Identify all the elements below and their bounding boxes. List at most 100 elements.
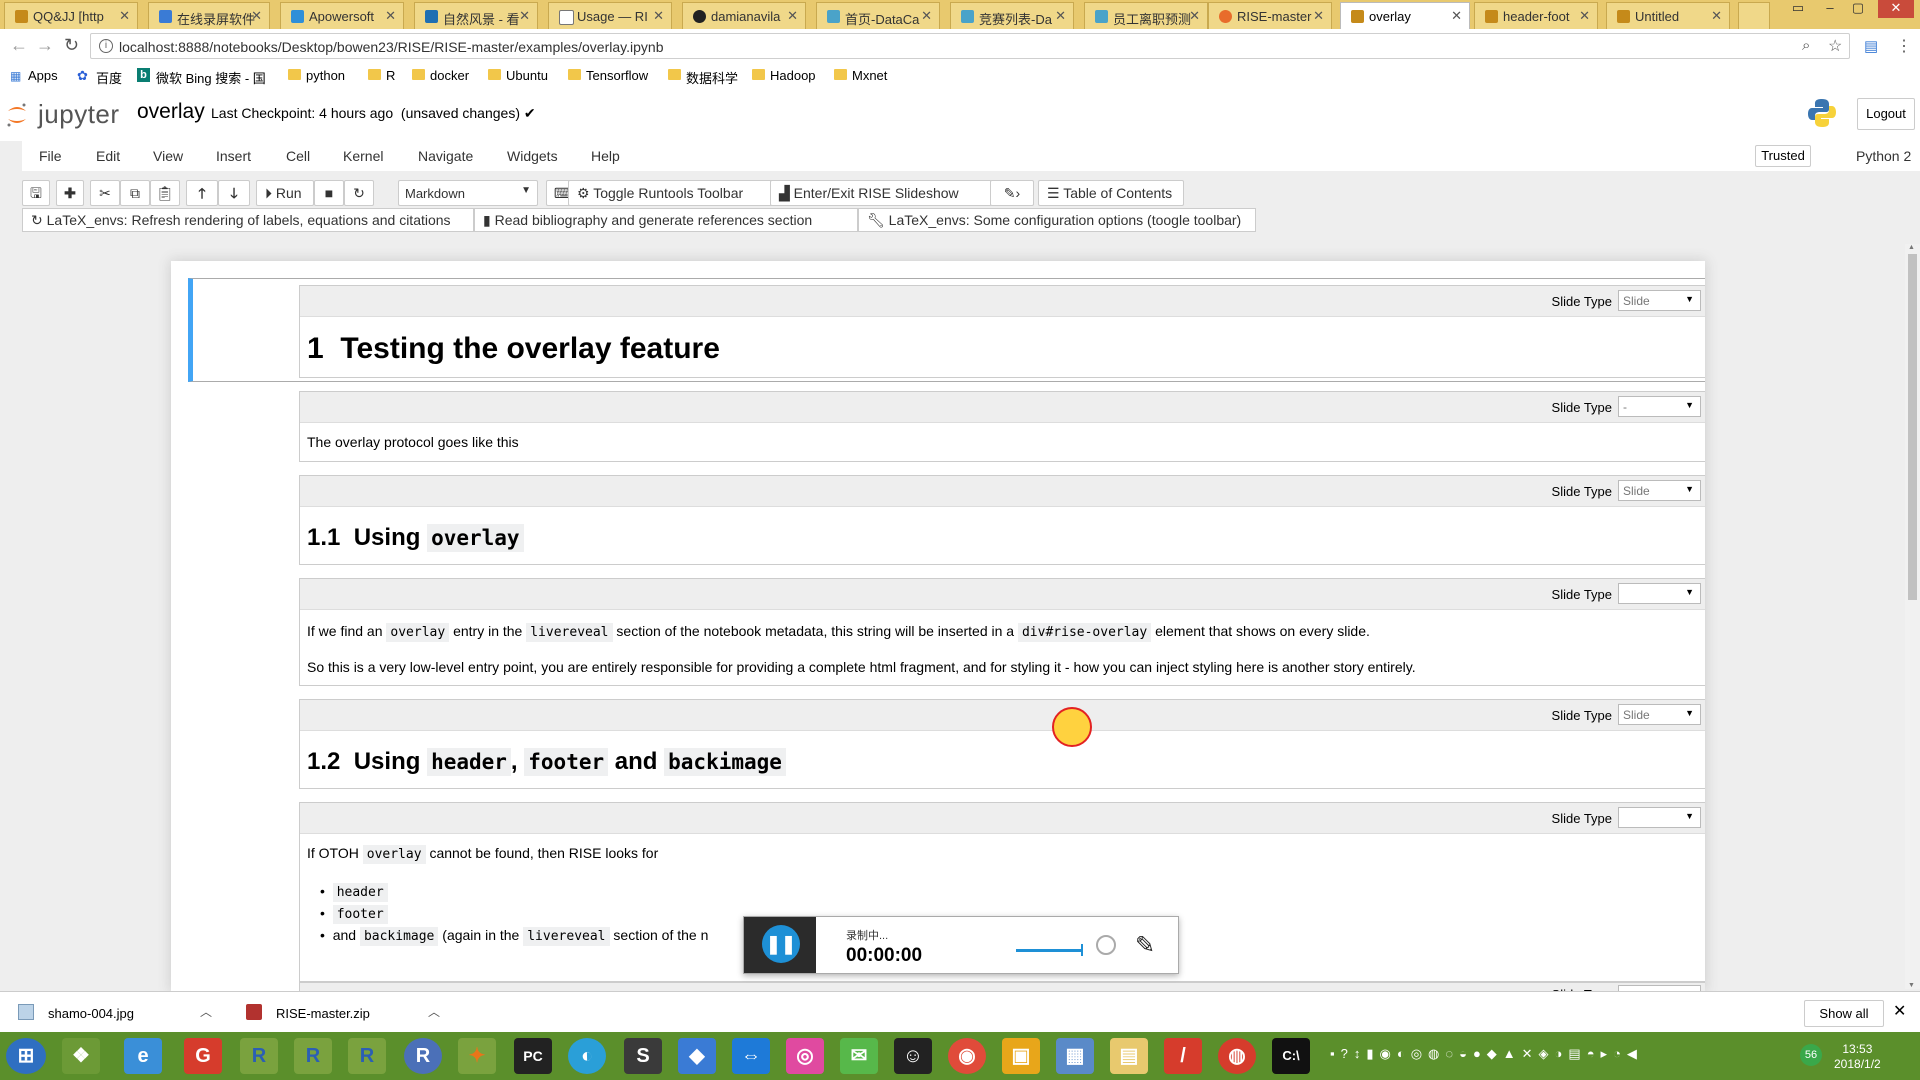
browser-tab[interactable]: Usage — RI ✕ — [548, 2, 672, 29]
cell-type-select[interactable]: Markdown ▼ — [398, 180, 538, 206]
browser-tab[interactable]: 在线录屏软件 ✕ — [148, 2, 270, 29]
file-explorer-icon[interactable]: ▤ — [1110, 1038, 1148, 1074]
menu-navigate[interactable]: Navigate — [418, 148, 473, 164]
ie-icon[interactable]: e — [124, 1038, 162, 1074]
taskbar-app-icon[interactable]: ❖ — [62, 1038, 100, 1074]
bookmark-folder-data-science[interactable]: 数据科学 — [666, 68, 738, 87]
save-button[interactable]: 🖫 — [22, 180, 50, 206]
download-item[interactable]: RISE-master.zip ︿ — [246, 992, 446, 1033]
pause-recording-button[interactable]: ❚❚ — [762, 925, 800, 963]
close-tab-icon[interactable]: ✕ — [519, 8, 530, 24]
close-tab-icon[interactable]: ✕ — [653, 8, 664, 24]
sublime-icon[interactable]: S — [624, 1038, 662, 1074]
reload-icon[interactable]: ↻ — [64, 35, 79, 56]
r-icon[interactable]: R — [348, 1038, 386, 1074]
wechat-icon[interactable]: ✉ — [840, 1038, 878, 1074]
interrupt-button[interactable]: ■ — [314, 180, 344, 206]
r-icon[interactable]: R — [240, 1038, 278, 1074]
rise-slideshow-button[interactable]: ▟ Enter/Exit RISE Slideshow — [770, 180, 992, 206]
taskbar-app-icon[interactable]: ✦ — [458, 1038, 496, 1074]
close-tab-icon[interactable]: ✕ — [1313, 8, 1324, 24]
menu-kernel[interactable]: Kernel — [343, 148, 383, 164]
rstudio-icon[interactable]: R — [404, 1038, 442, 1074]
table-of-contents-button[interactable]: ☰ Table of Contents — [1038, 180, 1184, 206]
read-bibliography-button[interactable]: ▮ Read bibliography and generate referen… — [474, 208, 858, 232]
rstudio-icon[interactable]: R — [294, 1038, 332, 1074]
taskbar-app-icon[interactable]: ◆ — [678, 1038, 716, 1074]
close-tab-icon[interactable]: ✕ — [787, 8, 798, 24]
window-close-icon[interactable]: ✕ — [1878, 0, 1914, 18]
browser-tab[interactable]: Apowersoft ✕ — [280, 2, 404, 29]
maximize-icon[interactable]: ▢ — [1846, 0, 1870, 18]
taskbar-app-icon[interactable]: ◎ — [786, 1038, 824, 1074]
browser-tab-active[interactable]: overlay ✕ — [1340, 2, 1470, 29]
extension-icon[interactable]: ▤ — [1864, 37, 1878, 55]
browser-tab[interactable]: QQ&JJ [http ✕ — [4, 2, 138, 29]
close-tab-icon[interactable]: ✕ — [1711, 8, 1722, 24]
chrome-icon[interactable]: ◉ — [948, 1038, 986, 1074]
slide-type-select[interactable]: Slide ▼ — [1618, 480, 1701, 501]
page-scrollbar[interactable]: ▲ ▼ — [1905, 244, 1920, 989]
bookmark-folder-docker[interactable]: docker — [410, 68, 469, 83]
move-up-button[interactable]: 🡑 — [186, 180, 218, 206]
close-tab-icon[interactable]: ✕ — [1055, 8, 1066, 24]
profile-icon[interactable]: ▭ — [1786, 0, 1810, 18]
browser-tab[interactable]: Untitled ✕ — [1606, 2, 1730, 29]
chevron-up-icon[interactable]: ︿ — [200, 1003, 212, 1020]
scrollbar-thumb[interactable] — [1908, 254, 1917, 600]
pycharm-icon[interactable]: PC — [514, 1038, 552, 1074]
slide-type-select[interactable]: Slide ▼ — [1618, 704, 1701, 725]
browser-tab[interactable]: 自然风景 - 看 ✕ — [414, 2, 538, 29]
download-item[interactable]: shamo-004.jpg ︿ — [18, 992, 218, 1033]
latex-toolbar-button[interactable]: ✎› — [990, 180, 1034, 206]
toggle-runtools-button[interactable]: ⚙ Toggle Runtools Toolbar — [568, 180, 786, 206]
trusted-indicator[interactable]: Trusted — [1755, 145, 1811, 167]
teamviewer-icon[interactable]: ⇔ — [732, 1038, 770, 1074]
slide-type-select[interactable]: - ▼ — [1618, 396, 1701, 417]
close-tab-icon[interactable]: ✕ — [1579, 8, 1590, 24]
markdown-cell[interactable]: Slide Type Slide ▼ 1 Testing the overlay … — [299, 285, 1705, 378]
pen-icon[interactable]: ✎ — [1135, 931, 1155, 960]
markdown-cell[interactable]: Slide Type Slide ▼ 1.1 Using overlay — [299, 475, 1705, 565]
site-info-icon[interactable]: i — [99, 39, 113, 53]
browser-tab[interactable]: 员工离职预测 ✕ — [1084, 2, 1208, 29]
slide-type-select[interactable]: ▼ — [1618, 807, 1701, 828]
system-tray-icons[interactable]: ▪?↕▮◉◐◎◍◌◒●◆▲✕◈◑▤◓▸◔◀ — [1330, 1046, 1643, 1062]
markdown-cell[interactable]: Slide Type Slide — [299, 982, 1705, 991]
close-tab-icon[interactable]: ✕ — [119, 8, 130, 24]
webcam-icon[interactable] — [1096, 935, 1116, 955]
bookmark-folder-mxnet[interactable]: Mxnet — [832, 68, 887, 83]
menu-edit[interactable]: Edit — [96, 148, 120, 164]
browser-tab[interactable]: RISE-master ✕ — [1208, 2, 1332, 29]
copy-button[interactable]: ⧉ — [120, 180, 150, 206]
browser-tab[interactable]: damianavila ✕ — [682, 2, 806, 29]
slide-type-select[interactable]: ▼ — [1618, 583, 1701, 604]
latex-config-button[interactable]: 🔧︎ LaTeX_envs: Some configuration option… — [858, 208, 1256, 232]
markdown-cell[interactable]: Slide Type ▼ If we find an overlay entry… — [299, 578, 1705, 686]
browser-tab[interactable]: header-foot ✕ — [1474, 2, 1598, 29]
latex-refresh-button[interactable]: ↻ LaTeX_envs: Refresh rendering of label… — [22, 208, 474, 232]
volume-slider[interactable] — [1016, 944, 1083, 956]
chevron-up-icon[interactable]: ︿ — [428, 1003, 440, 1020]
url-input[interactable]: i localhost:8888/notebooks/Desktop/bowen… — [90, 33, 1850, 59]
close-tab-icon[interactable]: ✕ — [921, 8, 932, 24]
menu-widgets[interactable]: Widgets — [507, 148, 558, 164]
taskbar-app-icon[interactable]: ▣ — [1002, 1038, 1040, 1074]
close-tab-icon[interactable]: ✕ — [1451, 8, 1462, 24]
show-all-downloads-button[interactable]: Show all — [1804, 1000, 1884, 1027]
bookmark-apps[interactable]: ▦ Apps — [8, 68, 58, 83]
recorder-app-icon[interactable]: ◍ — [1218, 1038, 1256, 1074]
scroll-down-icon[interactable]: ▼ — [1908, 982, 1915, 989]
bookmark-folder-hadoop[interactable]: Hadoop — [750, 68, 816, 83]
scroll-up-icon[interactable]: ▲ — [1908, 244, 1915, 251]
start-button[interactable]: ⊞ — [6, 1038, 46, 1074]
bookmark-star-icon[interactable]: ☆ — [1828, 36, 1842, 56]
logout-button[interactable]: Logout — [1857, 98, 1915, 130]
new-tab-button[interactable] — [1738, 2, 1770, 29]
system-clock[interactable]: 13:53 2018/1/2 — [1834, 1042, 1881, 1072]
close-tab-icon[interactable]: ✕ — [1189, 8, 1200, 24]
markdown-cell[interactable]: Slide Type - ▼ The overlay protocol goes … — [299, 391, 1705, 462]
terminal-icon[interactable]: C:\ — [1272, 1038, 1310, 1074]
paste-button[interactable]: 📋︎ — [150, 180, 180, 206]
back-icon[interactable]: ← — [10, 35, 28, 56]
